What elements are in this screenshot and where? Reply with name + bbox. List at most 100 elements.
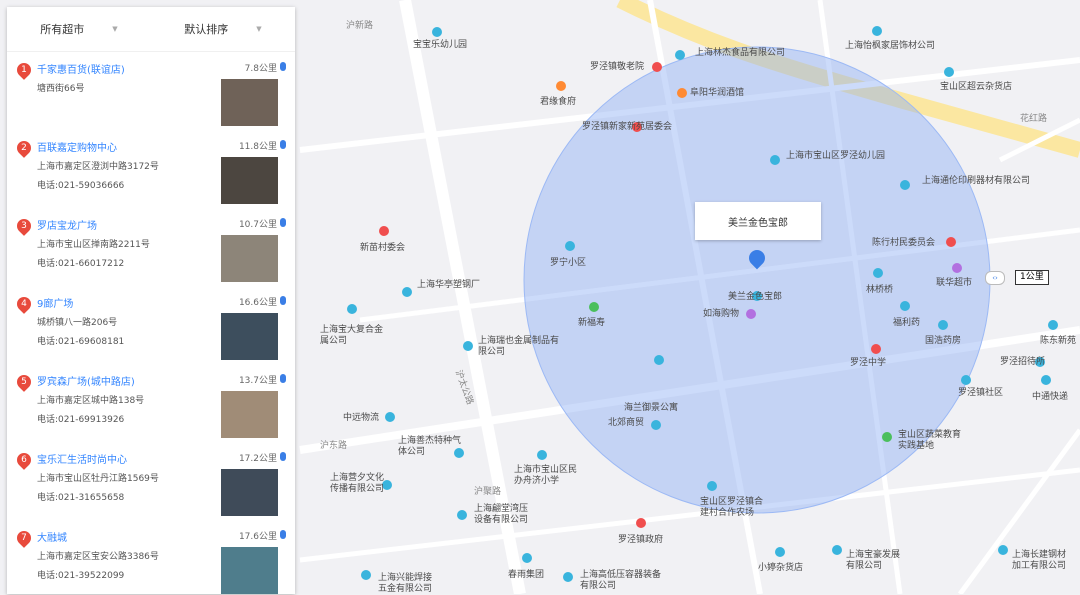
store-phone: 电话:021-66017212 (37, 259, 125, 269)
poi-label[interactable]: 新福寿 (578, 318, 605, 329)
poi-label[interactable]: 上海怡枫家居饰材公司 (845, 41, 935, 52)
store-name[interactable]: 百联嘉定购物中心 (37, 139, 117, 154)
store-name[interactable]: 罗宾森广场(城中路店) (37, 373, 135, 388)
sort-label: 默认排序 (184, 23, 229, 36)
poi-label[interactable]: 上海市宝山区罗泾幼儿园 (786, 151, 885, 162)
poi-label[interactable]: 宝山区罗泾镇合建村合作农场 (700, 497, 770, 519)
category-dropdown[interactable]: 所有超市 ▼ (7, 21, 151, 37)
poi-label[interactable]: 林桥桥 (866, 285, 893, 296)
location-info-box[interactable]: 美兰金色宝郎 (695, 202, 821, 240)
store-phone: 电话:021-69608181 (37, 337, 125, 347)
poi-label[interactable]: 上海宝豪发展有限公司 (846, 550, 908, 572)
store-photo[interactable] (221, 235, 278, 282)
store-photo[interactable] (221, 469, 278, 516)
store-name[interactable]: 罗店宝龙广场 (37, 217, 97, 232)
poi-label[interactable]: 上海兴能焊接五金有限公司 (378, 573, 440, 595)
poi-label[interactable]: 罗泾招待所 (1000, 357, 1045, 368)
poi-label[interactable]: 陈东新苑 (1040, 336, 1076, 347)
poi-label[interactable]: 罗泾镇社区 (958, 388, 1003, 399)
locate-icon[interactable] (280, 530, 286, 539)
filter-bar: 所有超市 ▼ 默认排序 ▼ (7, 7, 295, 52)
road-label: 沪聚路 (474, 487, 502, 497)
poi-label[interactable]: 陈行村民委员会 (872, 238, 935, 249)
store-item[interactable]: 7 大融城 上海市嘉定区宝安公路3386号 电话:021-39522099 17… (7, 520, 295, 594)
poi-label[interactable]: 福利药 (893, 318, 920, 329)
poi-label[interactable]: 如海购物 (703, 309, 739, 320)
poi-label[interactable]: 春雨集团 (508, 570, 544, 581)
poi-label[interactable]: 海兰御景公寓 (624, 403, 678, 414)
poi-label[interactable]: 罗宁小区 (550, 258, 586, 269)
store-distance: 17.2公里 (238, 454, 277, 464)
store-distance: 13.7公里 (238, 376, 277, 386)
poi-label[interactable]: 上海市宝山区民办舟济小学 (514, 465, 578, 487)
poi-label[interactable]: 宝山区超云杂货店 (940, 82, 1012, 93)
radius-drag-handle[interactable]: ‹› (985, 271, 1005, 285)
store-address: 塘西街66号 (37, 84, 85, 94)
poi-label[interactable]: 上海林杰食品有限公司 (695, 48, 785, 59)
store-photo[interactable] (221, 313, 278, 360)
locate-icon[interactable] (280, 218, 286, 227)
store-phone: 电话:021-69913926 (37, 415, 125, 425)
poi-label[interactable]: 阜阳华润酒馆 (690, 88, 744, 99)
store-photo[interactable] (221, 79, 278, 126)
poi-label[interactable]: 上海瑞也金属制品有限公司 (478, 336, 560, 358)
poi-label[interactable]: 上海长建钢材加工有限公司 (1012, 550, 1074, 572)
store-distance: 11.8公里 (238, 142, 277, 152)
store-address: 上海市嘉定区澄浏中路3172号 (37, 162, 159, 172)
chevron-down-icon: ▼ (256, 25, 262, 33)
poi-label[interactable]: 君缘食府 (540, 97, 576, 108)
chevron-down-icon: ▼ (112, 25, 118, 33)
sort-dropdown[interactable]: 默认排序 ▼ (151, 21, 295, 37)
poi-label[interactable]: 中通快递 (1032, 392, 1068, 403)
poi-label[interactable]: 上海宝大复合金属公司 (320, 325, 390, 347)
poi-label[interactable]: 罗泾镇新家新苑居委会 (582, 122, 672, 133)
locate-icon[interactable] (280, 140, 286, 149)
marker-icon: 4 (14, 294, 34, 314)
store-item[interactable]: 4 9廊广场 城桥镇八一路206号 电话:021-69608181 16.6公里 (7, 286, 295, 364)
poi-label[interactable]: 北郊商贸 (608, 418, 644, 429)
store-photo[interactable] (221, 157, 278, 204)
store-address: 上海市宝山区掸南路2211号 (37, 240, 150, 250)
poi-label[interactable]: 联华超市 (936, 278, 972, 289)
poi-label[interactable]: 小婷杂货店 (758, 563, 803, 574)
store-item[interactable]: 5 罗宾森广场(城中路店) 上海市嘉定区城中路138号 电话:021-69913… (7, 364, 295, 442)
store-phone: 电话:021-39522099 (37, 571, 125, 581)
locate-icon[interactable] (280, 452, 286, 461)
road-label: 沪东路 (320, 441, 348, 451)
locate-icon[interactable] (280, 296, 286, 305)
store-address: 城桥镇八一路206号 (37, 318, 118, 328)
poi-label[interactable]: 国浩药房 (925, 336, 961, 347)
poi-label[interactable]: 上海翩堂湾压设备有限公司 (474, 504, 534, 526)
poi-label[interactable]: 上海通伦印刷器材有限公司 (922, 176, 1030, 187)
poi-label[interactable]: 宝宝乐幼儿园 (413, 40, 467, 51)
store-item[interactable]: 1 千家惠百货(联谊店) 塘西街66号 7.8公里 (7, 52, 295, 130)
poi-label[interactable]: 罗泾中学 (850, 358, 886, 369)
store-photo[interactable] (221, 391, 278, 438)
poi-label[interactable]: 罗泾镇敬老院 (590, 62, 644, 73)
poi-label[interactable]: 美兰金色宝郎 (728, 292, 782, 303)
store-name[interactable]: 9廊广场 (37, 295, 73, 310)
poi-label[interactable]: 上海营夕文化传播有限公司 (330, 473, 388, 495)
poi-label[interactable]: 罗泾镇政府 (618, 535, 663, 546)
store-photo[interactable] (221, 547, 278, 594)
marker-icon: 1 (14, 60, 34, 80)
poi-label[interactable]: 上海华亭塑钢厂 (417, 280, 480, 291)
store-item[interactable]: 2 百联嘉定购物中心 上海市嘉定区澄浏中路3172号 电话:021-590366… (7, 130, 295, 208)
road-label: 沪新路 (346, 21, 374, 31)
store-name[interactable]: 宝乐汇生活时尚中心 (37, 451, 127, 466)
locate-icon[interactable] (280, 62, 286, 71)
store-phone: 电话:021-59036666 (37, 181, 125, 191)
store-distance: 17.6公里 (238, 532, 277, 542)
store-address: 上海市宝山区牡丹江路1569号 (37, 474, 159, 484)
store-name[interactable]: 千家惠百货(联谊店) (37, 61, 125, 76)
poi-label[interactable]: 中远物流 (343, 413, 379, 424)
poi-label[interactable]: 新苗村委会 (360, 243, 405, 254)
store-item[interactable]: 6 宝乐汇生活时尚中心 上海市宝山区牡丹江路1569号 电话:021-31655… (7, 442, 295, 520)
poi-label[interactable]: 上海高低压容器装备有限公司 (580, 570, 666, 592)
locate-icon[interactable] (280, 374, 286, 383)
poi-label[interactable]: 上海善杰特种气体公司 (398, 436, 466, 458)
store-name[interactable]: 大融城 (37, 529, 67, 544)
store-item[interactable]: 3 罗店宝龙广场 上海市宝山区掸南路2211号 电话:021-66017212 … (7, 208, 295, 286)
marker-icon: 6 (14, 450, 34, 470)
poi-label[interactable]: 宝山区蔬菜教育实践基地 (898, 430, 968, 452)
